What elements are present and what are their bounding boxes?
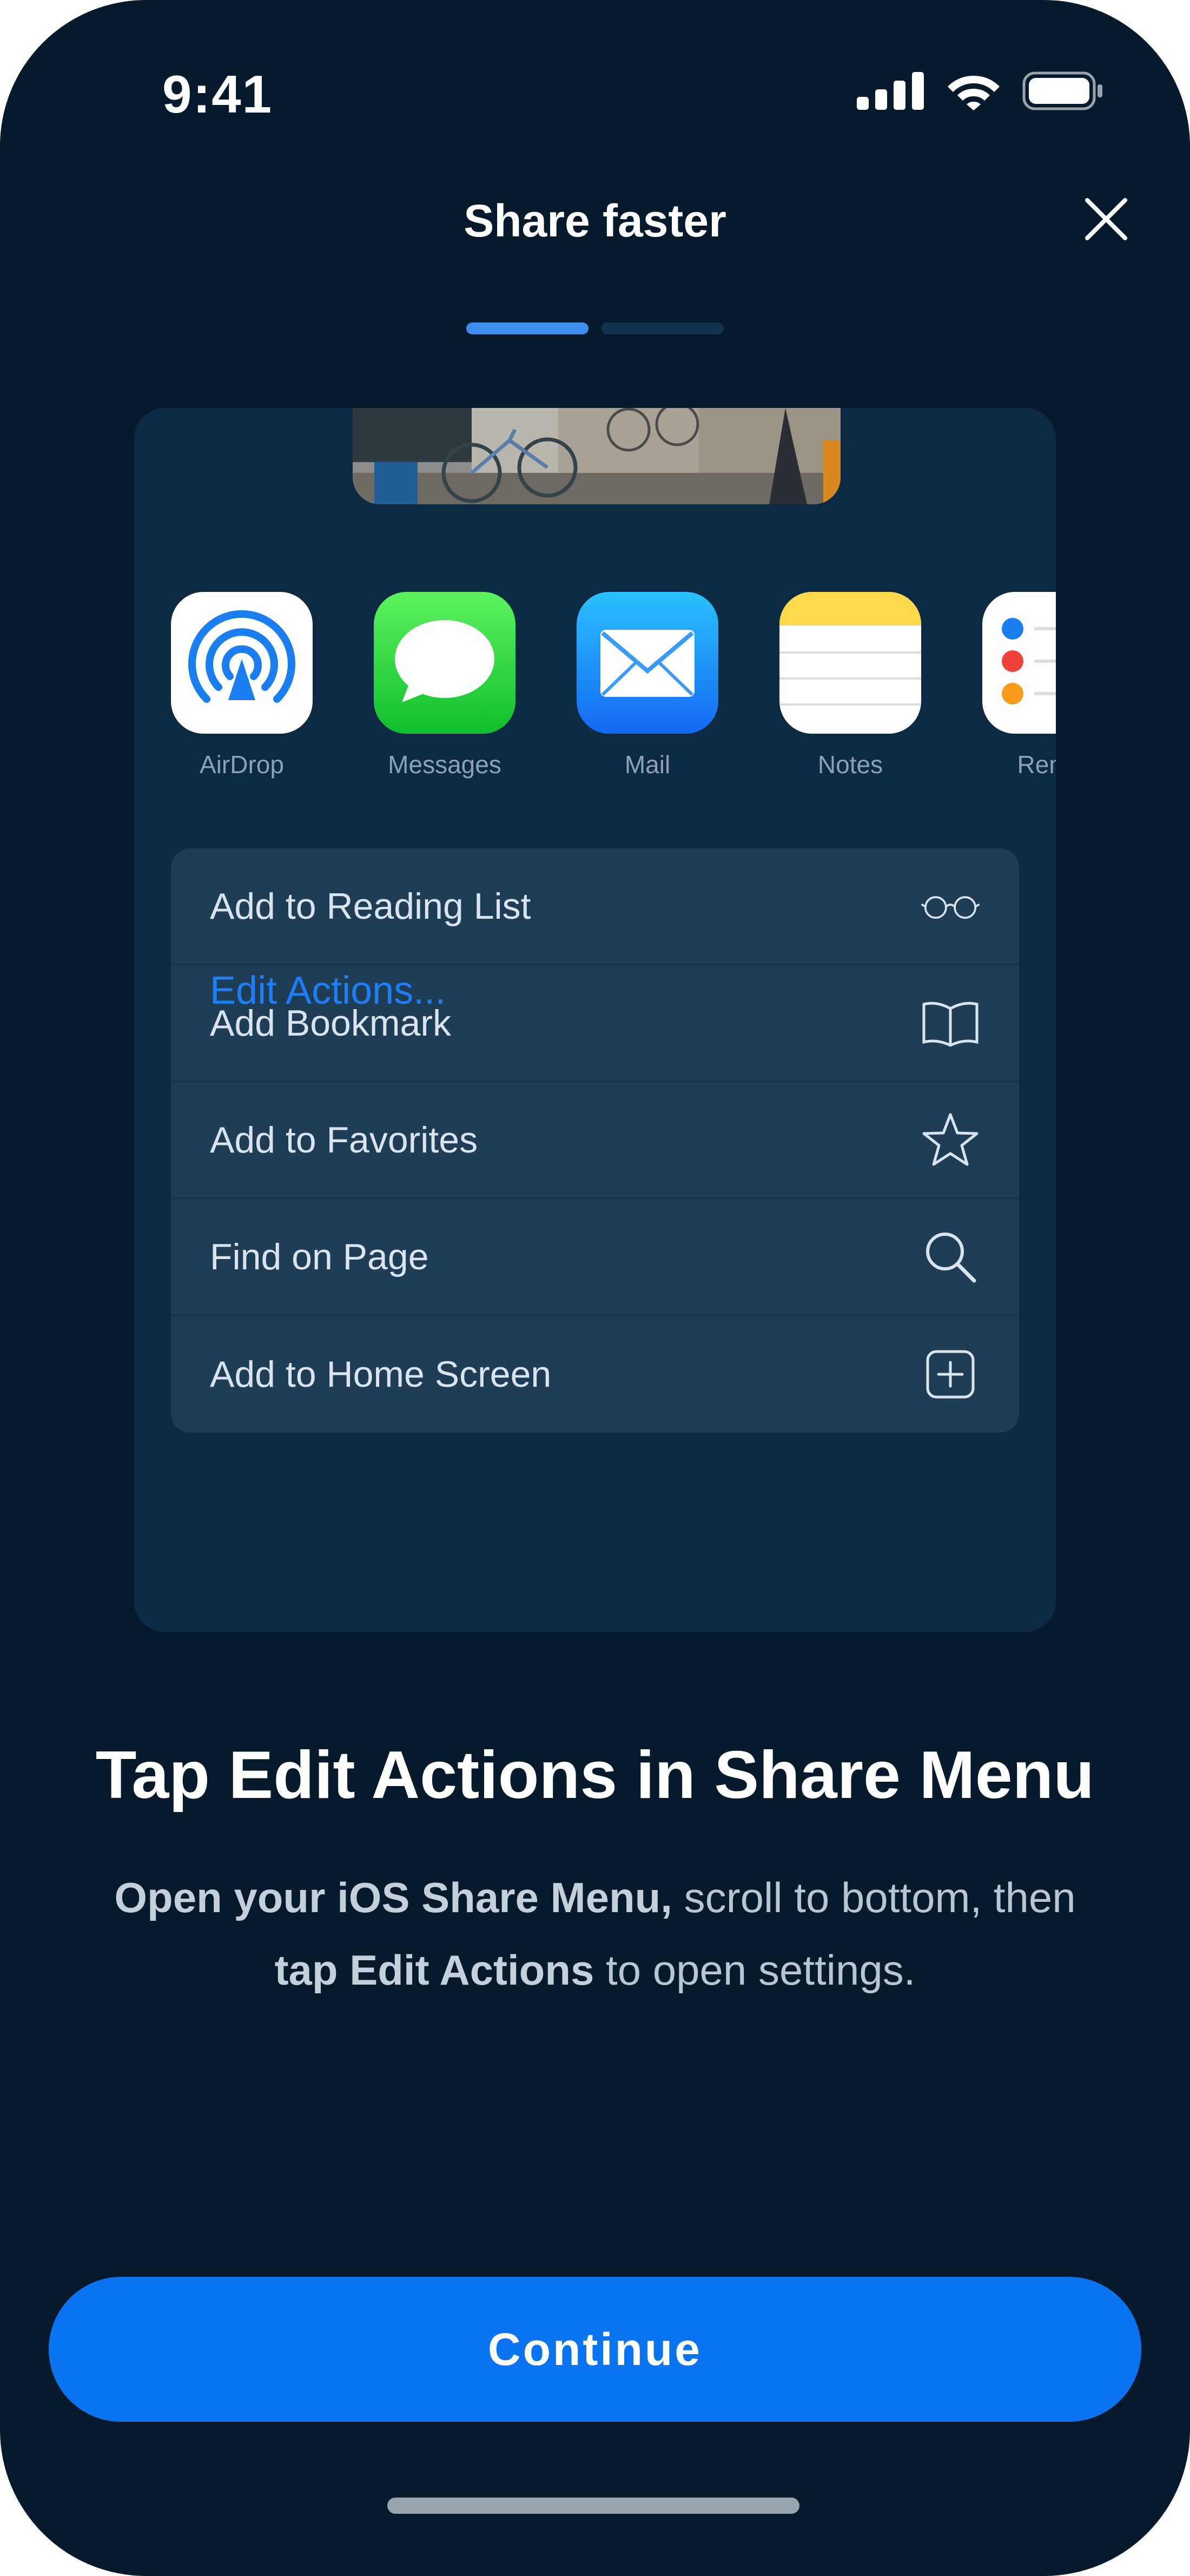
share-app-notes[interactable]: Notes — [779, 592, 921, 779]
share-app-label: Remin — [1017, 750, 1056, 779]
cellular-signal-icon — [857, 72, 924, 110]
action-add-to-reading-list[interactable]: Add to Reading List — [171, 848, 1019, 965]
share-sheet-preview-card: AirDrop Messages Mail Notes Re Add to Re… — [134, 408, 1056, 1632]
page-preview-image — [353, 408, 841, 504]
share-app-reminders[interactable]: Remin — [982, 592, 1056, 779]
messages-icon — [374, 592, 515, 734]
action-label: Add to Favorites — [210, 1119, 478, 1161]
instruction-bold-2: tap Edit Actions — [274, 1946, 594, 1994]
share-app-row: AirDrop Messages Mail Notes Re — [171, 592, 1056, 779]
step-progress — [466, 322, 724, 334]
home-indicator — [387, 2498, 799, 2514]
status-icons — [857, 71, 1103, 110]
share-app-label: Messages — [388, 750, 501, 779]
status-time: 9:41 — [162, 64, 273, 124]
continue-button[interactable]: Continue — [49, 2277, 1141, 2422]
instruction-description: Open your iOS Share Menu, scroll to bott… — [54, 1861, 1136, 2006]
progress-step-inactive — [601, 322, 724, 334]
phone-screen: 9:41 Share faster AirDrop Messages Mail … — [0, 0, 1190, 2576]
instruction-text-2: to open settings. — [594, 1946, 916, 1994]
plus-square-icon — [921, 1345, 980, 1404]
search-icon — [921, 1227, 980, 1287]
action-add-to-home-screen[interactable]: Add to Home Screen — [171, 1316, 1019, 1433]
share-app-airdrop[interactable]: AirDrop — [171, 592, 313, 779]
star-icon — [921, 1110, 980, 1170]
notes-icon — [779, 592, 921, 734]
share-app-label: Notes — [817, 750, 883, 779]
book-icon — [921, 993, 980, 1053]
instruction-headline: Tap Edit Actions in Share Menu — [95, 1738, 1095, 1813]
share-app-label: AirDrop — [200, 750, 284, 779]
instruction-text-1: scroll to bottom, then — [672, 1874, 1076, 1921]
close-icon[interactable] — [1082, 195, 1130, 243]
wifi-icon — [948, 76, 1000, 110]
instruction-bold-1: Open your iOS Share Menu, — [114, 1874, 672, 1921]
share-actions-list: Add to Reading List Add Bookmark Add to … — [171, 848, 1019, 1433]
share-app-mail[interactable]: Mail — [577, 592, 718, 779]
share-app-label: Mail — [624, 750, 671, 779]
action-find-on-page[interactable]: Find on Page — [171, 1199, 1019, 1316]
airdrop-icon — [171, 592, 313, 734]
edit-actions-link[interactable]: Edit Actions... — [210, 969, 446, 1013]
glasses-icon — [921, 877, 980, 936]
share-app-messages[interactable]: Messages — [374, 592, 515, 779]
action-add-to-favorites[interactable]: Add to Favorites — [171, 1082, 1019, 1199]
battery-icon — [1022, 71, 1102, 110]
reminders-icon — [982, 592, 1056, 734]
action-label: Find on Page — [210, 1236, 429, 1277]
action-label: Add to Reading List — [210, 885, 531, 927]
page-title: Share faster — [464, 195, 726, 246]
action-label: Add to Home Screen — [210, 1354, 552, 1395]
mail-icon — [577, 592, 718, 734]
progress-step-active — [466, 322, 589, 334]
